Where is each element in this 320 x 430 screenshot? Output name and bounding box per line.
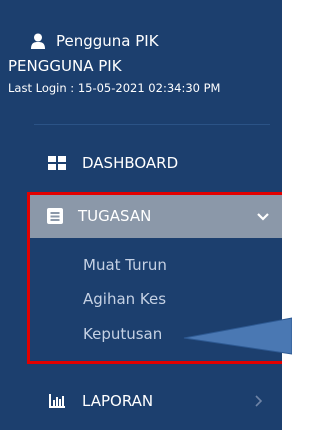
- chart-icon: [49, 394, 65, 408]
- divider: [34, 124, 270, 125]
- highlight-annotation-box: [27, 192, 282, 364]
- chevron-right-icon[interactable]: [254, 395, 264, 407]
- user-icon: [31, 33, 45, 49]
- menu-item-laporan[interactable]: LAPORAN: [0, 386, 282, 416]
- content-edge: [282, 0, 292, 430]
- user-role: PENGGUNA PIK: [8, 57, 122, 75]
- menu-item-dashboard[interactable]: DASHBOARD: [0, 148, 282, 178]
- sidebar: Pengguna PIK PENGGUNA PIK Last Login : 1…: [0, 0, 282, 430]
- menu-label-dashboard: DASHBOARD: [82, 154, 179, 172]
- last-login: Last Login : 15-05-2021 02:34:30 PM: [8, 81, 221, 95]
- user-name: Pengguna PIK: [56, 32, 159, 50]
- user-name-row: Pengguna PIK: [8, 30, 278, 52]
- user-block: Pengguna PIK PENGGUNA PIK Last Login : 1…: [8, 30, 278, 95]
- grid-icon: [48, 156, 66, 170]
- menu-label-laporan: LAPORAN: [82, 392, 154, 410]
